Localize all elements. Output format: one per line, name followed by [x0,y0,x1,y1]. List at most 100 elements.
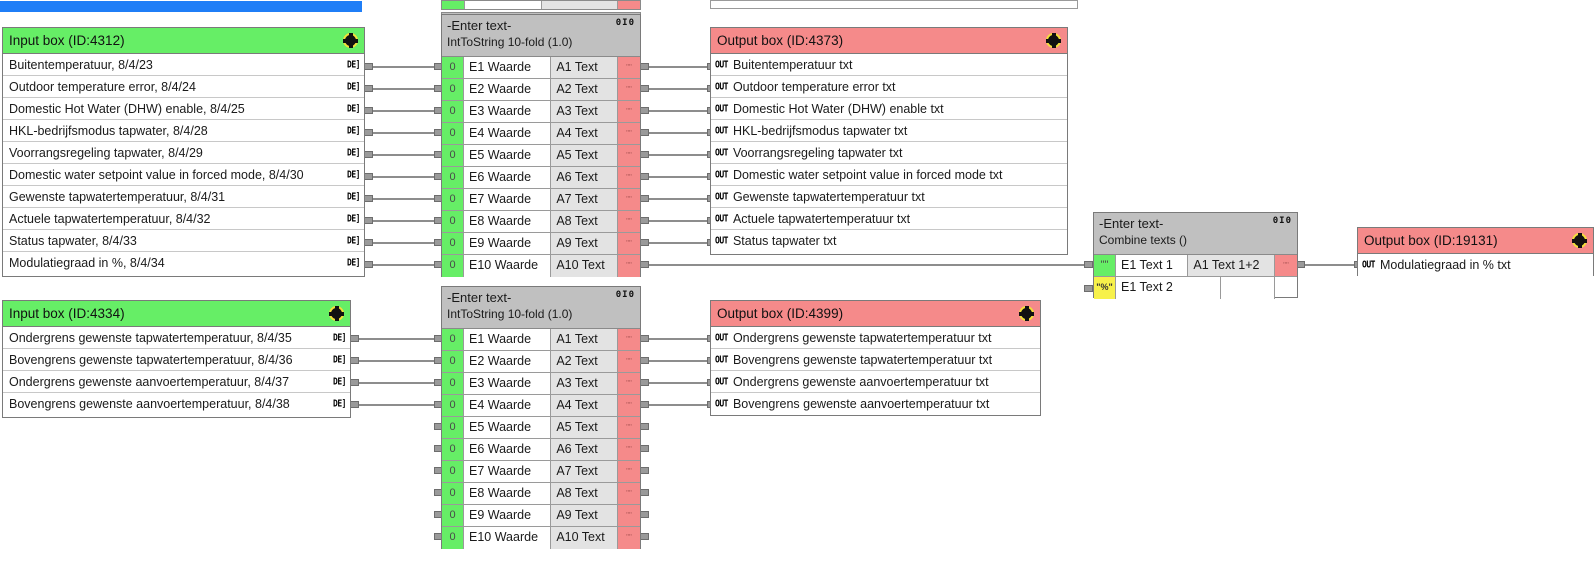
data-in-connector-icon[interactable]: OUT [715,376,728,387]
output-port-label[interactable]: A8 Text [551,211,619,232]
connector-pin[interactable] [640,63,649,70]
connector-pin[interactable] [640,85,649,92]
connector-pin[interactable] [640,217,649,224]
input-port-label[interactable]: E5 Waarde [464,417,552,438]
connector-pin[interactable] [640,195,649,202]
output-row[interactable]: OUT Status tapwater txt [711,230,1067,252]
data-in-connector-icon[interactable]: OUT [715,59,728,70]
output-port-label[interactable]: A1 Text [551,57,619,78]
input-port-label[interactable]: E9 Waarde [464,233,552,254]
connector-pin[interactable] [640,379,649,386]
function-row[interactable]: 0 E4 Waarde A4 Text "" [442,395,641,417]
function-row[interactable]: 0 E5 Waarde A5 Text "" [442,145,641,167]
function-row[interactable]: 0 E4 Waarde A4 Text "" [442,123,641,145]
node-inttostring-top[interactable]: -Enter text- IntToString 10-fold (1.0) 0… [441,14,641,277]
output-value-cell[interactable]: "" [618,461,641,482]
data-out-connector-icon[interactable]: DE] [347,257,360,268]
function-row[interactable]: 0 E10 Waarde A10 Text "" [442,527,641,549]
output-port-label[interactable]: A1 Text 1+2 [1188,255,1275,276]
plug-icon[interactable] [329,306,344,321]
output-value-cell[interactable]: "" [1275,255,1297,276]
input-value-cell[interactable]: 0 [442,417,464,438]
input-row[interactable]: Outdoor temperature error, 8/4/24 DE] [3,76,364,98]
input-value-cell[interactable]: 0 [442,233,464,254]
plug-icon[interactable] [1046,33,1061,48]
input-value-cell[interactable]: "" [1094,255,1116,276]
function-row[interactable]: 0 E1 Waarde A1 Text "" [442,329,641,351]
plug-icon[interactable] [1019,306,1034,321]
connector-pin[interactable] [640,239,649,246]
connector-pin[interactable] [640,357,649,364]
connector-pin[interactable] [640,511,649,518]
input-value-cell[interactable]: 0 [442,439,464,460]
node-header-inttostring-top[interactable]: -Enter text- IntToString 10-fold (1.0) 0… [442,15,640,57]
input-value-cell[interactable]: 0 [442,351,464,372]
function-row[interactable]: 0 E6 Waarde A6 Text "" [442,167,641,189]
input-port-label[interactable]: E2 Waarde [464,79,552,100]
input-value-cell[interactable]: 0 [442,505,464,526]
data-out-connector-icon[interactable]: DE] [347,103,360,114]
output-port-label[interactable]: A5 Text [551,145,619,166]
connector-pin[interactable] [640,173,649,180]
input-value-cell[interactable]: 0 [442,101,464,122]
data-in-connector-icon[interactable]: OUT [715,191,728,202]
output-port-label[interactable]: A9 Text [551,233,619,254]
output-port-label[interactable]: A4 Text [551,123,619,144]
data-out-connector-icon[interactable]: DE] [347,125,360,136]
input-port-label[interactable]: E5 Waarde [464,145,552,166]
node-header-inttostring-bottom[interactable]: -Enter text- IntToString 10-fold (1.0) 0… [442,287,640,329]
data-in-connector-icon[interactable]: OUT [715,125,728,136]
output-row[interactable]: OUT Bovengrens gewenste tapwatertemperatu… [711,349,1040,371]
function-row[interactable]: 0 E2 Waarde A2 Text "" [442,79,641,101]
input-value-cell[interactable]: 0 [442,373,464,394]
output-value-cell[interactable]: "" [618,395,641,416]
output-port-label[interactable]: A10 Text [551,255,619,277]
node-header-input-box-4312[interactable]: Input box (ID:4312) [3,28,364,54]
connector-pin[interactable] [640,467,649,474]
connector-pin[interactable] [640,533,649,540]
output-port-label[interactable]: A7 Text [551,461,619,482]
node-header-output-box-19131[interactable]: Output box (ID:19131) [1358,228,1593,254]
input-value-cell[interactable]: "%" [1094,277,1116,299]
function-row[interactable]: "%" E1 Text 2 [1094,277,1297,299]
connector-pin[interactable] [640,261,649,268]
data-in-connector-icon[interactable]: OUT [1362,259,1375,270]
connector-pin[interactable] [364,195,373,202]
input-port-label[interactable]: E1 Waarde [464,57,552,78]
output-value-cell[interactable]: "" [618,79,641,100]
output-row[interactable]: OUT Outdoor temperature error txt [711,76,1067,98]
output-port-label[interactable]: A1 Text [551,329,619,350]
data-out-connector-icon[interactable]: DE] [347,147,360,158]
output-row[interactable]: OUT Ondergrens gewenste aanvoertemperatuu… [711,371,1040,393]
input-port-label[interactable]: E8 Waarde [464,211,552,232]
function-row[interactable]: "" E1 Text 1 A1 Text 1+2 "" [1094,255,1297,277]
input-row[interactable]: Buitentemperatuur, 8/4/23 DE] [3,54,364,76]
node-header-input-box-4334[interactable]: Input box (ID:4334) [3,301,350,327]
connector-pin[interactable] [1084,285,1093,292]
data-in-connector-icon[interactable]: OUT [715,398,728,409]
output-value-cell[interactable]: "" [618,211,641,232]
output-value-cell[interactable]: "" [618,123,641,144]
output-value-cell[interactable]: "" [618,527,641,549]
input-row[interactable]: Bovengrens gewenste tapwatertemperatuur,… [3,349,350,371]
output-value-cell[interactable]: "" [618,145,641,166]
input-port-label[interactable]: E3 Waarde [464,101,552,122]
input-port-label[interactable]: E1 Text 1 [1116,255,1189,276]
input-port-label[interactable]: E6 Waarde [464,167,552,188]
node-output-box-4373[interactable]: Output box (ID:4373) OUT Buitentemperatuu… [710,27,1068,255]
output-port-label[interactable]: A3 Text [551,101,619,122]
input-port-label[interactable]: E4 Waarde [464,395,552,416]
output-value-cell[interactable]: "" [618,255,641,277]
connector-pin[interactable] [350,379,359,386]
data-in-connector-icon[interactable]: OUT [715,147,728,158]
input-value-cell[interactable]: 0 [442,123,464,144]
input-row[interactable]: Domestic water setpoint value in forced … [3,164,364,186]
connector-pin[interactable] [640,129,649,136]
node-output-box-4399[interactable]: Output box (ID:4399) OUT Ondergrens gewen… [710,300,1041,416]
input-port-label[interactable]: E9 Waarde [464,505,552,526]
connector-pin[interactable] [350,357,359,364]
connector-pin[interactable] [364,173,373,180]
data-out-connector-icon[interactable]: DE] [333,376,346,387]
input-value-cell[interactable]: 0 [442,461,464,482]
function-row[interactable]: 0 E7 Waarde A7 Text "" [442,461,641,483]
